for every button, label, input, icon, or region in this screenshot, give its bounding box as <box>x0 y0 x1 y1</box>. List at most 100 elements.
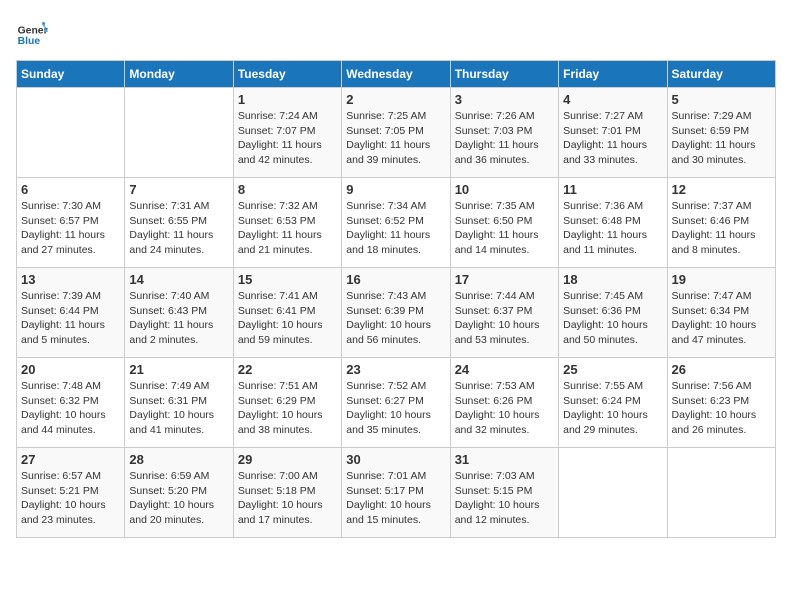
day-number: 3 <box>455 92 554 107</box>
day-number: 1 <box>238 92 337 107</box>
day-info: Sunrise: 7:39 AMSunset: 6:44 PMDaylight:… <box>21 289 120 348</box>
day-info: Sunrise: 7:30 AMSunset: 6:57 PMDaylight:… <box>21 199 120 258</box>
day-info: Sunrise: 6:59 AMSunset: 5:20 PMDaylight:… <box>129 469 228 528</box>
weekday-header-sunday: Sunday <box>17 61 125 88</box>
day-number: 26 <box>672 362 771 377</box>
day-number: 12 <box>672 182 771 197</box>
day-number: 30 <box>346 452 445 467</box>
calendar-cell: 7 Sunrise: 7:31 AMSunset: 6:55 PMDaylight… <box>125 178 233 268</box>
day-number: 16 <box>346 272 445 287</box>
day-info: Sunrise: 7:27 AMSunset: 7:01 PMDaylight:… <box>563 109 662 168</box>
day-info: Sunrise: 7:49 AMSunset: 6:31 PMDaylight:… <box>129 379 228 438</box>
calendar-cell: 5 Sunrise: 7:29 AMSunset: 6:59 PMDaylight… <box>667 88 775 178</box>
day-number: 4 <box>563 92 662 107</box>
day-info: Sunrise: 7:37 AMSunset: 6:46 PMDaylight:… <box>672 199 771 258</box>
day-number: 14 <box>129 272 228 287</box>
day-info: Sunrise: 7:25 AMSunset: 7:05 PMDaylight:… <box>346 109 445 168</box>
day-number: 23 <box>346 362 445 377</box>
svg-text:General: General <box>18 26 48 37</box>
day-number: 2 <box>346 92 445 107</box>
day-number: 18 <box>563 272 662 287</box>
day-info: Sunrise: 7:35 AMSunset: 6:50 PMDaylight:… <box>455 199 554 258</box>
calendar-cell: 3 Sunrise: 7:26 AMSunset: 7:03 PMDaylight… <box>450 88 558 178</box>
weekday-header-friday: Friday <box>559 61 667 88</box>
calendar-week-row: 13 Sunrise: 7:39 AMSunset: 6:44 PMDayligh… <box>17 268 776 358</box>
weekday-header-tuesday: Tuesday <box>233 61 341 88</box>
calendar-week-row: 27 Sunrise: 6:57 AMSunset: 5:21 PMDayligh… <box>17 448 776 538</box>
calendar-cell: 22 Sunrise: 7:51 AMSunset: 6:29 PMDayligh… <box>233 358 341 448</box>
day-info: Sunrise: 7:51 AMSunset: 6:29 PMDaylight:… <box>238 379 337 438</box>
day-number: 8 <box>238 182 337 197</box>
day-number: 20 <box>21 362 120 377</box>
logo-icon: General Blue <box>16 16 48 48</box>
calendar-week-row: 1Sunrise: 7:24 AMSunset: 7:07 PMDaylight… <box>17 88 776 178</box>
day-info: Sunrise: 7:34 AMSunset: 6:52 PMDaylight:… <box>346 199 445 258</box>
day-number: 6 <box>21 182 120 197</box>
weekday-header-monday: Monday <box>125 61 233 88</box>
day-info: Sunrise: 7:01 AMSunset: 5:17 PMDaylight:… <box>346 469 445 528</box>
calendar-cell <box>125 88 233 178</box>
day-info: Sunrise: 7:48 AMSunset: 6:32 PMDaylight:… <box>21 379 120 438</box>
calendar-cell <box>17 88 125 178</box>
day-number: 22 <box>238 362 337 377</box>
day-info: Sunrise: 7:31 AMSunset: 6:55 PMDaylight:… <box>129 199 228 258</box>
day-number: 11 <box>563 182 662 197</box>
calendar-cell: 17 Sunrise: 7:44 AMSunset: 6:37 PMDayligh… <box>450 268 558 358</box>
page-header: General Blue <box>16 16 776 48</box>
day-info: Sunrise: 7:47 AMSunset: 6:34 PMDaylight:… <box>672 289 771 348</box>
calendar-cell <box>559 448 667 538</box>
day-number: 21 <box>129 362 228 377</box>
day-info: Sunrise: 7:43 AMSunset: 6:39 PMDaylight:… <box>346 289 445 348</box>
day-number: 27 <box>21 452 120 467</box>
day-number: 13 <box>21 272 120 287</box>
day-number: 17 <box>455 272 554 287</box>
calendar-cell: 8 Sunrise: 7:32 AMSunset: 6:53 PMDaylight… <box>233 178 341 268</box>
day-number: 5 <box>672 92 771 107</box>
logo: General Blue <box>16 16 48 48</box>
day-number: 29 <box>238 452 337 467</box>
calendar-cell: 31Sunrise: 7:03 AMSunset: 5:15 PMDayligh… <box>450 448 558 538</box>
day-info: Sunrise: 7:55 AMSunset: 6:24 PMDaylight:… <box>563 379 662 438</box>
day-info: Sunrise: 7:26 AMSunset: 7:03 PMDaylight:… <box>455 109 554 168</box>
calendar-cell: 2 Sunrise: 7:25 AMSunset: 7:05 PMDaylight… <box>342 88 450 178</box>
day-number: 7 <box>129 182 228 197</box>
calendar-cell: 19 Sunrise: 7:47 AMSunset: 6:34 PMDayligh… <box>667 268 775 358</box>
calendar-cell: 12 Sunrise: 7:37 AMSunset: 6:46 PMDayligh… <box>667 178 775 268</box>
day-info: Sunrise: 7:00 AMSunset: 5:18 PMDaylight:… <box>238 469 337 528</box>
calendar-cell: 10 Sunrise: 7:35 AMSunset: 6:50 PMDayligh… <box>450 178 558 268</box>
calendar-cell: 28Sunrise: 6:59 AMSunset: 5:20 PMDayligh… <box>125 448 233 538</box>
day-info: Sunrise: 7:32 AMSunset: 6:53 PMDaylight:… <box>238 199 337 258</box>
calendar-table: SundayMondayTuesdayWednesdayThursdayFrid… <box>16 60 776 538</box>
day-number: 10 <box>455 182 554 197</box>
day-info: Sunrise: 6:57 AMSunset: 5:21 PMDaylight:… <box>21 469 120 528</box>
calendar-cell: 21 Sunrise: 7:49 AMSunset: 6:31 PMDayligh… <box>125 358 233 448</box>
calendar-cell: 25 Sunrise: 7:55 AMSunset: 6:24 PMDayligh… <box>559 358 667 448</box>
calendar-cell: 1Sunrise: 7:24 AMSunset: 7:07 PMDaylight… <box>233 88 341 178</box>
day-number: 31 <box>455 452 554 467</box>
day-info: Sunrise: 7:56 AMSunset: 6:23 PMDaylight:… <box>672 379 771 438</box>
calendar-cell: 23 Sunrise: 7:52 AMSunset: 6:27 PMDayligh… <box>342 358 450 448</box>
day-info: Sunrise: 7:41 AMSunset: 6:41 PMDaylight:… <box>238 289 337 348</box>
calendar-cell <box>667 448 775 538</box>
calendar-cell: 27 Sunrise: 6:57 AMSunset: 5:21 PMDayligh… <box>17 448 125 538</box>
day-info: Sunrise: 7:44 AMSunset: 6:37 PMDaylight:… <box>455 289 554 348</box>
calendar-cell: 20 Sunrise: 7:48 AMSunset: 6:32 PMDayligh… <box>17 358 125 448</box>
calendar-cell: 14 Sunrise: 7:40 AMSunset: 6:43 PMDayligh… <box>125 268 233 358</box>
day-number: 19 <box>672 272 771 287</box>
calendar-cell: 30 Sunrise: 7:01 AMSunset: 5:17 PMDayligh… <box>342 448 450 538</box>
day-info: Sunrise: 7:36 AMSunset: 6:48 PMDaylight:… <box>563 199 662 258</box>
calendar-cell: 26 Sunrise: 7:56 AMSunset: 6:23 PMDayligh… <box>667 358 775 448</box>
day-number: 25 <box>563 362 662 377</box>
calendar-cell: 16 Sunrise: 7:43 AMSunset: 6:39 PMDayligh… <box>342 268 450 358</box>
calendar-cell: 4 Sunrise: 7:27 AMSunset: 7:01 PMDaylight… <box>559 88 667 178</box>
day-info: Sunrise: 7:52 AMSunset: 6:27 PMDaylight:… <box>346 379 445 438</box>
day-info: Sunrise: 7:40 AMSunset: 6:43 PMDaylight:… <box>129 289 228 348</box>
weekday-header-row: SundayMondayTuesdayWednesdayThursdayFrid… <box>17 61 776 88</box>
calendar-cell: 15Sunrise: 7:41 AMSunset: 6:41 PMDayligh… <box>233 268 341 358</box>
weekday-header-saturday: Saturday <box>667 61 775 88</box>
day-number: 9 <box>346 182 445 197</box>
day-info: Sunrise: 7:45 AMSunset: 6:36 PMDaylight:… <box>563 289 662 348</box>
weekday-header-wednesday: Wednesday <box>342 61 450 88</box>
calendar-week-row: 20 Sunrise: 7:48 AMSunset: 6:32 PMDayligh… <box>17 358 776 448</box>
day-info: Sunrise: 7:29 AMSunset: 6:59 PMDaylight:… <box>672 109 771 168</box>
